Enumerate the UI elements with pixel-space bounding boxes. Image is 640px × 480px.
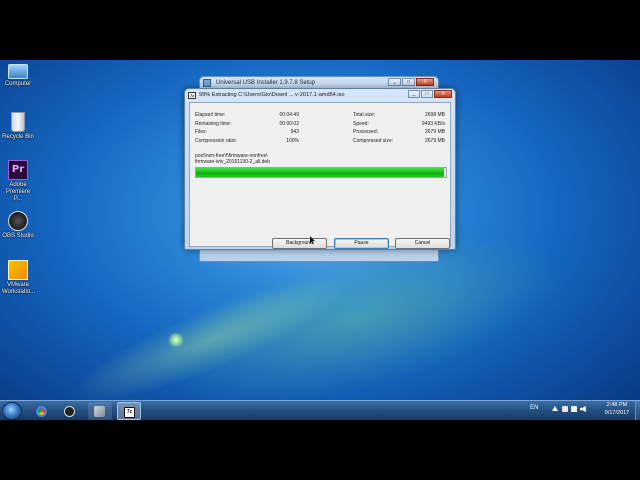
progress-bar (195, 167, 447, 178)
stat-row: Elapsed time: 00:04:49 (195, 111, 299, 120)
vmware-icon (8, 260, 28, 280)
maximize-button[interactable]: □ (402, 78, 415, 86)
clock-time: 2:48 PM (606, 402, 628, 408)
desktop-icon-label: Adobe Premiere P... (5, 182, 31, 202)
usb-installer-icon (94, 406, 105, 417)
flag-icon[interactable] (562, 406, 568, 412)
stat-value: 00:04:49 (279, 112, 299, 118)
stat-row: Speed: 9493 KB/s (353, 120, 445, 129)
desktop-icon-obs[interactable]: OBS Studio (2, 211, 34, 240)
premiere-icon: Pr (8, 160, 28, 180)
chrome-icon (36, 406, 47, 417)
desktop-icon-label: Computer (4, 81, 32, 87)
computer-icon (8, 64, 28, 79)
desktop-icon-computer[interactable]: Computer (2, 64, 34, 88)
stat-row: Files: 943 (195, 128, 299, 137)
stat-value: 2698 MB (424, 112, 445, 118)
current-file-line: firmware-ivtv_20161130-2_all.deb (195, 159, 270, 165)
maximize-button[interactable]: □ (421, 90, 433, 98)
desktop-icon-vmware[interactable]: VMware Workstatio... (2, 260, 36, 296)
minimize-button[interactable]: _ (408, 90, 420, 98)
clock-date: 9/17/2017 (604, 409, 630, 416)
dialog-title: 99% Extracting C:\Users\Gio\Downl ... v-… (199, 92, 345, 98)
desktop-icon-label: OBS Studio (2, 233, 34, 239)
stat-label: Remaining time: (195, 120, 232, 127)
stat-value: 2679 MB (424, 129, 445, 135)
stat-label: Compression ratio: (195, 137, 237, 144)
right-stats: Total size: 2698 MB Speed: 9493 KB/s Proce… (353, 111, 445, 145)
cancel-button[interactable]: Cancel (395, 238, 450, 249)
obs-icon (64, 406, 75, 417)
taskbar: 7z (0, 400, 640, 420)
background-button[interactable]: Background (272, 238, 327, 249)
desktop-icon-recycle-bin[interactable]: Recycle Bin (2, 112, 34, 141)
obs-icon (8, 211, 28, 231)
start-button[interactable] (2, 402, 22, 420)
network-icon[interactable] (571, 406, 577, 412)
language-indicator[interactable]: EN (530, 405, 538, 411)
dialog-body: Elapsed time: 00:04:49 Remaining time: 00:… (189, 102, 451, 249)
extraction-dialog[interactable]: 7z 99% Extracting C:\Users\Gio\Downl ...… (184, 88, 456, 250)
desktop-icon-premiere[interactable]: Pr Adobe Premiere P... (2, 160, 34, 203)
taskbar-7zip[interactable]: 7z (117, 402, 141, 420)
dialog-titlebar[interactable]: 7z 99% Extracting C:\Users\Gio\Downl ...… (185, 89, 455, 102)
taskbar-chrome[interactable] (30, 402, 54, 420)
pause-button[interactable]: Pause (334, 238, 389, 249)
stat-label: Total size: (353, 112, 376, 118)
stat-row: Processed: 2679 MB (353, 128, 445, 137)
stat-row: Total size: 2698 MB (353, 111, 445, 120)
show-desktop-button[interactable] (635, 401, 640, 420)
wallpaper-flare (168, 332, 184, 348)
minimize-button[interactable]: _ (388, 78, 401, 86)
desktop-icon-label: Recycle Bin (2, 134, 34, 140)
show-hidden-icons-icon[interactable] (552, 406, 558, 411)
system-clock[interactable]: 2:48 PM 9/17/2017 (600, 402, 634, 417)
stat-value: 943 (290, 129, 299, 135)
close-button[interactable]: X (434, 90, 452, 98)
stat-label: Processed: (353, 129, 379, 135)
stat-value: 100% (286, 137, 299, 144)
stat-value: 00:00:02 (279, 120, 299, 127)
usb-installer-icon (203, 79, 211, 87)
stat-label: Elapsed time: (195, 112, 226, 118)
left-stats: Elapsed time: 00:04:49 Remaining time: 00:… (195, 111, 299, 145)
taskbar-usb-installer[interactable] (88, 402, 112, 420)
stat-value: 2679 MB (424, 137, 445, 144)
taskbar-obs[interactable] (58, 402, 82, 420)
stat-label: Files: (195, 129, 207, 135)
progress-bar-fill (196, 168, 444, 177)
7zip-icon: 7z (124, 407, 135, 418)
stat-row: Remaining time: 00:00:02 (195, 120, 299, 129)
stat-label: Speed: (353, 120, 369, 127)
stat-row: Compression ratio: 100% (195, 137, 299, 146)
7zip-icon: 7z (188, 92, 196, 99)
close-button[interactable]: X (416, 78, 434, 86)
stat-value: 9493 KB/s (421, 120, 445, 127)
desktop-icon-label: VMware Workstatio... (2, 282, 36, 295)
stat-label: Compressed size: (353, 137, 394, 144)
recycle-bin-icon (11, 112, 25, 132)
current-file-path: pool\non-free\f\firmware-nonfree\ firmwa… (195, 153, 270, 165)
stat-row: Compressed size: 2679 MB (353, 137, 445, 146)
